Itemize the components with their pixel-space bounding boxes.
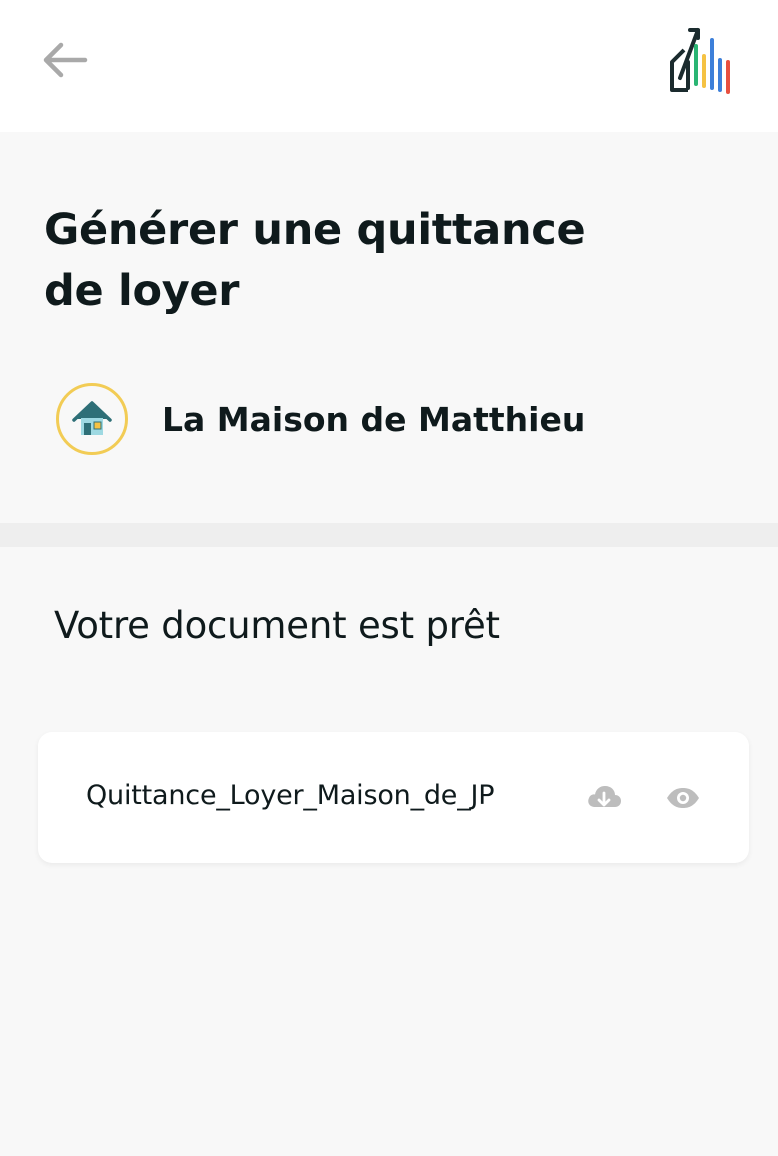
property-avatar: [56, 383, 128, 455]
cloud-download-icon: [588, 786, 621, 807]
property-row: La Maison de Matthieu: [56, 382, 585, 456]
view-button[interactable]: [663, 780, 703, 816]
property-name[interactable]: La Maison de Matthieu: [162, 400, 585, 439]
eye-icon: [667, 788, 699, 808]
top-bar: [0, 0, 778, 132]
page-title: Générer une quittance de loyer: [44, 205, 586, 316]
document-card[interactable]: Quittance_Loyer_Maison_de_JP: [38, 732, 749, 863]
arrow-left-icon: [43, 42, 88, 78]
back-button[interactable]: [36, 36, 92, 84]
house-chart-logo-icon: [670, 28, 730, 94]
app-logo: [660, 22, 736, 98]
house-icon: [72, 401, 112, 435]
document-ready-title: Votre document est prêt: [54, 604, 500, 647]
header-section: Générer une quittance de loyer La Maison…: [0, 132, 778, 523]
section-divider: [0, 523, 778, 547]
document-filename: Quittance_Loyer_Maison_de_JP: [86, 780, 495, 811]
download-button[interactable]: [584, 780, 624, 816]
